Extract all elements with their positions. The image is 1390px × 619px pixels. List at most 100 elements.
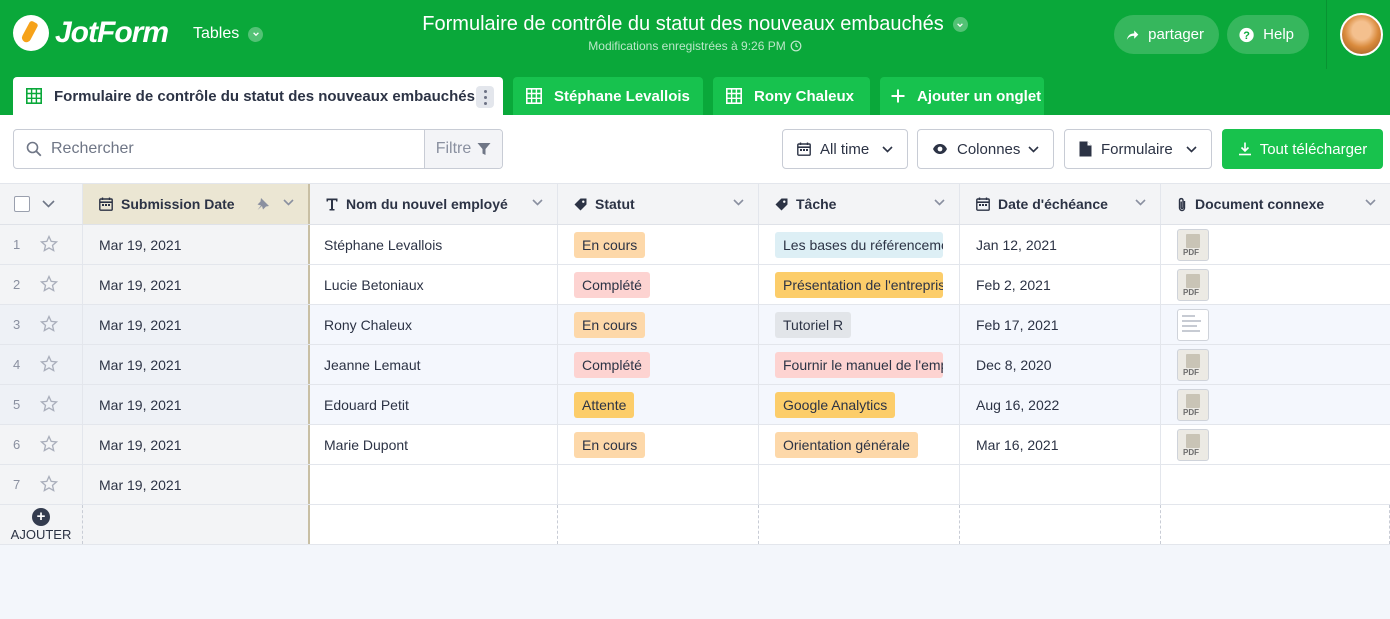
due-date-cell[interactable] [960,465,1161,504]
status-cell[interactable]: Complété [558,265,759,304]
document-cell[interactable]: PDF [1161,225,1390,264]
tab-main-form[interactable]: Formulaire de contrôle du statut des nou… [13,77,503,115]
add-tab-button[interactable]: Ajouter un onglet [880,77,1044,115]
pdf-file-icon[interactable]: PDF [1177,428,1209,461]
columns-dropdown[interactable]: Colonnes [917,129,1054,169]
tab-rony-chaleux[interactable]: Rony Chaleux [713,77,870,115]
document-cell[interactable]: PDF [1161,265,1390,304]
form-dropdown[interactable]: Formulaire [1064,129,1212,169]
submission-date-cell[interactable]: Mar 19, 2021 [83,465,310,504]
employee-name-cell[interactable]: Edouard Petit [310,385,558,424]
chevron-down-icon[interactable] [1365,199,1376,206]
jotform-logo[interactable]: JotForm [13,15,169,51]
table-row[interactable]: 2 Mar 19, 2021 Lucie Betoniaux Complété Prés… [0,265,1390,305]
column-header-task[interactable]: Tâche [759,184,960,224]
form-title-menu[interactable]: Formulaire de contrôle du statut des nou… [422,13,968,36]
document-cell[interactable]: PDF [1161,385,1390,424]
user-avatar[interactable] [1340,13,1383,56]
employee-name-cell[interactable]: Marie Dupont [310,425,558,464]
submission-date-cell[interactable]: Mar 19, 2021 [83,265,310,304]
row-number[interactable]: 4 [0,345,83,384]
employee-name-cell[interactable]: Rony Chaleux [310,305,558,344]
status-cell[interactable] [558,465,759,504]
due-date-cell[interactable]: Jan 12, 2021 [960,225,1161,264]
status-tag[interactable]: En cours [574,231,646,258]
tables-menu[interactable]: Tables [193,25,264,43]
table-row[interactable]: 4 Mar 19, 2021 Jeanne Lemaut Complété Fourni… [0,345,1390,385]
document-cell[interactable]: PDF [1161,425,1390,464]
status-tag[interactable]: Complété [574,271,650,298]
chevron-down-icon[interactable] [1135,199,1146,206]
pdf-file-icon[interactable]: PDF [1177,388,1209,421]
chevron-down-icon[interactable] [283,199,294,206]
task-cell[interactable]: Google Analytics [759,385,960,424]
document-cell[interactable] [1161,305,1390,344]
due-date-cell[interactable]: Dec 8, 2020 [960,345,1161,384]
table-row[interactable]: 6 Mar 19, 2021 Marie Dupont En cours Orienta… [0,425,1390,465]
status-tag[interactable]: En cours [574,431,646,458]
task-tag[interactable]: Tutoriel R [775,311,852,338]
star-icon[interactable] [39,434,59,456]
status-cell[interactable]: En cours [558,305,759,344]
task-tag[interactable]: Fournir le manuel de l'employé [775,351,943,378]
task-cell[interactable] [759,465,960,504]
submission-date-cell[interactable]: Mar 19, 2021 [83,225,310,264]
star-icon[interactable] [39,474,59,496]
task-cell[interactable]: Les bases du référencement [759,225,960,264]
document-cell[interactable]: PDF [1161,345,1390,384]
task-tag[interactable]: Google Analytics [775,391,896,418]
submission-date-cell[interactable]: Mar 19, 2021 [83,425,310,464]
column-header-submission-date[interactable]: Submission Date [83,184,310,224]
star-icon[interactable] [39,354,59,376]
submission-date-cell[interactable]: Mar 19, 2021 [83,385,310,424]
task-tag[interactable]: Présentation de l'entreprise [775,271,943,298]
column-header-status[interactable]: Statut [558,184,759,224]
chevron-down-icon[interactable] [733,199,744,206]
pdf-file-icon[interactable]: PDF [1177,348,1209,381]
chevron-down-icon[interactable] [934,199,945,206]
task-cell[interactable]: Présentation de l'entreprise [759,265,960,304]
status-tag[interactable]: En cours [574,311,646,338]
task-cell[interactable]: Orientation générale [759,425,960,464]
task-cell[interactable]: Tutoriel R [759,305,960,344]
status-cell[interactable]: En cours [558,225,759,264]
row-number[interactable]: 1 [0,225,83,264]
star-icon[interactable] [39,274,59,296]
row-number[interactable]: 3 [0,305,83,344]
table-row[interactable]: 5 Mar 19, 2021 Edouard Petit Attente Google … [0,385,1390,425]
search-input[interactable] [51,140,411,158]
status-tag[interactable]: Attente [574,391,635,418]
column-header-related-document[interactable]: Document connexe [1161,184,1390,224]
star-icon[interactable] [39,394,59,416]
chevron-down-icon[interactable] [42,200,55,208]
row-number[interactable]: 7 [0,465,83,504]
help-button[interactable]: ? Help [1227,15,1309,54]
task-tag[interactable]: Orientation générale [775,431,918,458]
due-date-cell[interactable]: Aug 16, 2022 [960,385,1161,424]
status-cell[interactable]: En cours [558,425,759,464]
task-tag[interactable]: Les bases du référencement [775,231,943,258]
tab-options-icon[interactable] [476,86,494,108]
column-header-due-date[interactable]: Date d'échéance [960,184,1161,224]
select-all-checkbox[interactable] [14,196,30,212]
column-header-employee-name[interactable]: Nom du nouvel employé [310,184,558,224]
employee-name-cell[interactable] [310,465,558,504]
due-date-cell[interactable]: Feb 2, 2021 [960,265,1161,304]
table-row[interactable]: 3 Mar 19, 2021 Rony Chaleux En cours Tutorie… [0,305,1390,345]
pin-icon[interactable] [256,197,270,211]
pdf-file-icon[interactable]: PDF [1177,228,1209,261]
table-row[interactable]: 7 Mar 19, 2021 [0,465,1390,505]
document-cell[interactable] [1161,465,1390,504]
tab-stephane-levallois[interactable]: Stéphane Levallois [513,77,703,115]
row-number[interactable]: 5 [0,385,83,424]
pdf-file-icon[interactable]: PDF [1177,268,1209,301]
status-cell[interactable]: Attente [558,385,759,424]
due-date-cell[interactable]: Mar 16, 2021 [960,425,1161,464]
row-number[interactable]: 6 [0,425,83,464]
task-cell[interactable]: Fournir le manuel de l'employé [759,345,960,384]
chevron-down-icon[interactable] [532,199,543,206]
row-number[interactable]: 2 [0,265,83,304]
employee-name-cell[interactable]: Jeanne Lemaut [310,345,558,384]
submission-date-cell[interactable]: Mar 19, 2021 [83,345,310,384]
filter-button[interactable]: Filtre [424,130,502,168]
